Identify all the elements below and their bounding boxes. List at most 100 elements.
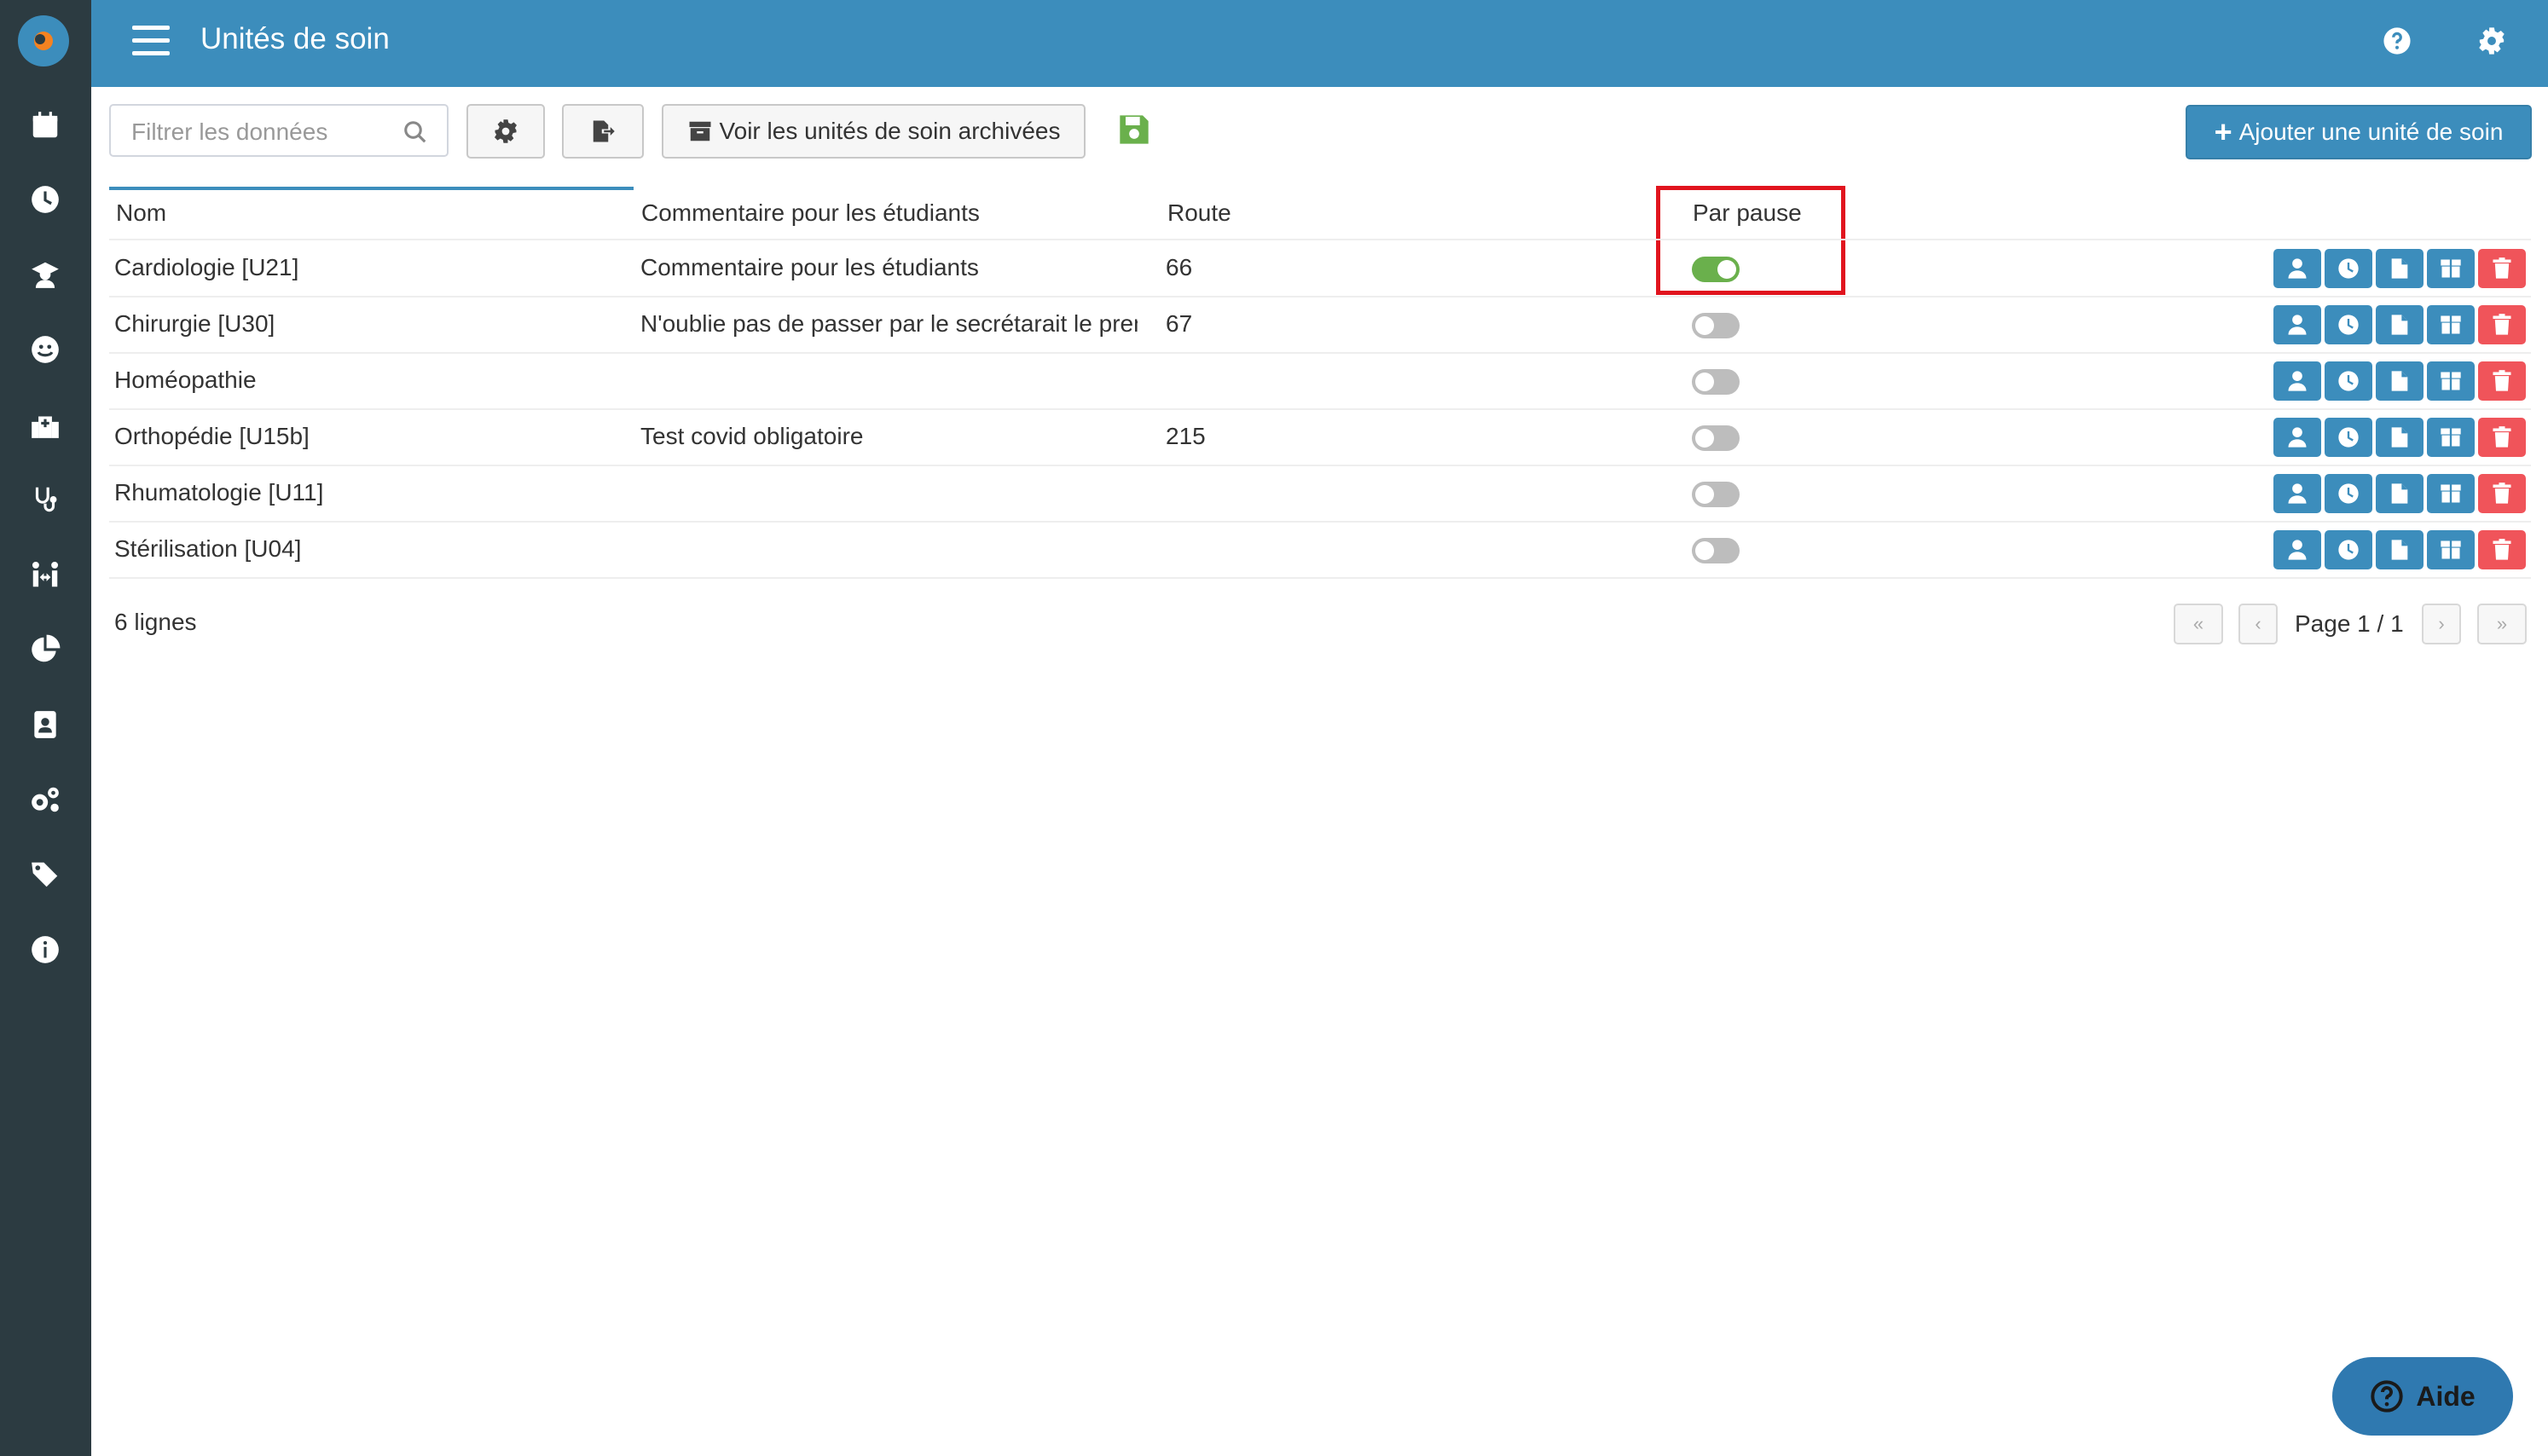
save-icon[interactable] [1117,113,1151,147]
row-divider [109,521,2531,523]
archive-button[interactable] [2427,361,2475,401]
cell-nom: Homéopathie [114,367,257,393]
stethoscope-icon[interactable] [19,473,72,526]
archive-button[interactable] [2427,305,2475,344]
archive-icon [2441,484,2461,503]
clock-icon [2338,371,2359,391]
trash-button[interactable] [2478,249,2526,288]
clock-icon [2338,258,2359,279]
prev-page-button[interactable]: ‹ [2238,604,2278,644]
file-button[interactable] [2376,361,2423,401]
user-icon [2288,427,2307,448]
cell-nom: Rhumatologie [U11] [114,479,324,506]
clock-button[interactable] [2325,474,2372,513]
view-archived-label: Voir les unités de soin archivées [719,118,1061,144]
top-header: Unités de soin [91,0,2548,87]
toggle-knob [1717,260,1736,279]
user-button[interactable] [2273,530,2321,569]
trash-icon [2493,482,2511,504]
clock-button[interactable] [2325,249,2372,288]
page-info: Page 1 / 1 [2295,610,2404,637]
tags-icon[interactable] [19,848,72,901]
cogs-icon[interactable] [19,773,72,826]
toggle-knob [1695,373,1714,391]
hamburger-menu-icon[interactable] [132,26,170,61]
column-header-nom[interactable]: Nom [116,199,166,227]
par-pause-toggle[interactable] [1692,425,1740,451]
file-button[interactable] [2376,474,2423,513]
cell-commentaire: Commentaire pour les étudiants [640,254,979,280]
add-unit-button[interactable]: + Ajouter une unité de soin [2186,105,2532,159]
user-icon [2288,371,2307,391]
par-pause-toggle[interactable] [1692,313,1740,338]
clock-button[interactable] [2325,530,2372,569]
row-divider [109,577,2531,579]
plus-icon: + [2214,114,2232,149]
archive-button[interactable] [2427,249,2475,288]
trash-icon [2493,539,2511,560]
help-label: Aide [2416,1380,2476,1412]
par-pause-toggle[interactable] [1692,482,1740,507]
export-button[interactable] [562,104,644,159]
search-icon [404,121,426,143]
smiley-icon[interactable] [19,323,72,376]
help-button[interactable]: Aide [2332,1357,2513,1436]
view-archived-button[interactable]: Voir les unités de soin archivées [662,104,1086,159]
trash-button[interactable] [2478,474,2526,513]
cell-nom: Cardiologie [U21] [114,254,299,280]
clock-icon [2338,540,2359,560]
filter-field[interactable] [109,104,449,157]
file-button[interactable] [2376,249,2423,288]
next-page-button[interactable]: › [2422,604,2461,644]
user-button[interactable] [2273,418,2321,457]
user-button[interactable] [2273,361,2321,401]
chart-pie-icon[interactable] [19,623,72,676]
info-icon[interactable] [19,923,72,976]
app-logo[interactable] [14,12,72,70]
help-circle-icon[interactable] [2383,26,2412,55]
file-icon [2391,540,2408,560]
graduate-icon[interactable] [19,248,72,301]
sort-indicator [109,187,634,190]
archive-button[interactable] [2427,530,2475,569]
file-button[interactable] [2376,418,2423,457]
gear-icon[interactable] [2477,26,2506,55]
clock-button[interactable] [2325,361,2372,401]
column-header-route[interactable]: Route [1167,199,1231,227]
settings-button[interactable] [466,104,545,159]
first-page-button[interactable]: « [2174,604,2223,644]
trash-button[interactable] [2478,418,2526,457]
trash-button[interactable] [2478,361,2526,401]
trash-button[interactable] [2478,305,2526,344]
par-pause-toggle[interactable] [1692,257,1740,282]
clock-icon[interactable] [19,173,72,226]
trash-icon [2493,426,2511,448]
id-badge-icon[interactable] [19,698,72,751]
clock-button[interactable] [2325,418,2372,457]
last-page-button[interactable]: » [2477,604,2527,644]
cell-nom: Orthopédie [U15b] [114,423,310,449]
column-header-commentaire[interactable]: Commentaire pour les étudiants [641,199,980,227]
trash-button[interactable] [2478,530,2526,569]
user-icon [2288,315,2307,335]
cell-commentaire: Test covid obligatoire [640,423,864,449]
archive-button[interactable] [2427,474,2475,513]
par-pause-toggle[interactable] [1692,538,1740,563]
user-button[interactable] [2273,249,2321,288]
people-arrows-icon[interactable] [19,548,72,601]
filter-input[interactable] [130,114,389,150]
file-button[interactable] [2376,305,2423,344]
cell-route: 67 [1166,310,1193,337]
par-pause-toggle[interactable] [1692,369,1740,395]
row-divider [109,465,2531,466]
file-icon [2391,258,2408,279]
archive-button[interactable] [2427,418,2475,457]
clock-button[interactable] [2325,305,2372,344]
user-button[interactable] [2273,305,2321,344]
file-button[interactable] [2376,530,2423,569]
row-divider [109,352,2531,354]
calendar-icon[interactable] [19,99,72,152]
hospital-icon[interactable] [19,398,72,451]
user-button[interactable] [2273,474,2321,513]
clock-icon [2338,483,2359,504]
